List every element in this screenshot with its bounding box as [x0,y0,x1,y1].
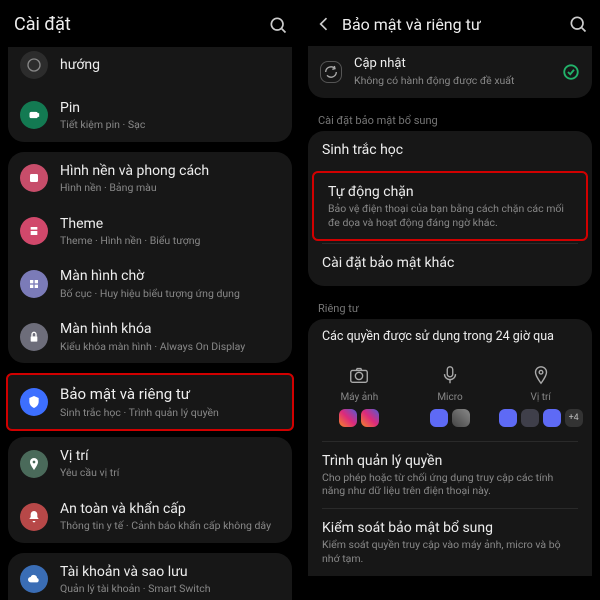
app-chip [543,409,561,427]
row-autoblock[interactable]: Tự động chặn Bảo vệ điện thoại của bạn b… [312,171,588,241]
app-chip [361,409,379,427]
permissions-grid: Máy ảnh Micro Vị trí +4 [308,356,592,441]
settings-row-theme[interactable]: ThemeTheme · Hình nền · Biểu tượng [8,205,292,258]
settings-row-lockscreen[interactable]: Màn hình khóaKiểu khóa màn hình · Always… [8,310,292,363]
row-permission-manager[interactable]: Trình quản lý quyền Cho phép hoặc từ chố… [308,442,592,508]
settings-row-battery[interactable]: PinTiết kiệm pin · Sạc [8,89,292,142]
theme-icon [20,217,48,245]
search-icon[interactable] [268,15,288,35]
lock-icon [20,323,48,351]
camera-icon [348,364,370,386]
update-card[interactable]: Cập nhậtKhông có hành động được đề xuất [308,46,592,98]
section-label-privacy: Riêng tư [300,296,600,319]
settings-row-location[interactable]: Vị tríYêu cầu vị trí [8,437,292,490]
settings-title: Cài đặt [14,14,260,35]
app-chip [430,409,448,427]
settings-group: Vị tríYêu cầu vị trí An toàn và khẩn cấp… [8,437,292,543]
row-permissions-24h[interactable]: Các quyền được sử dụng trong 24 giờ qua [308,319,592,355]
perm-mic[interactable]: Micro [405,364,496,437]
perm-location[interactable]: Vị trí +4 [495,364,586,437]
app-chip [452,409,470,427]
app-chip [521,409,539,427]
update-icon [320,61,342,83]
settings-header: Cài đặt [0,0,300,47]
perm-camera[interactable]: Máy ảnh [314,364,405,437]
app-chip [339,409,357,427]
settings-row-home[interactable]: Màn hình chờBố cục · Huy hiệu biểu tượng… [8,257,292,310]
section-label-security: Cài đặt bảo mật bổ sung [300,108,600,131]
row-biometrics[interactable]: Sinh trắc học [308,131,592,169]
check-icon [562,63,580,81]
settings-row-wallpaper[interactable]: Hình nền và phong cáchHình nền · Bảng mà… [8,152,292,205]
shield-icon [20,388,48,416]
settings-group: Tài khoản và sao lưuQuản lý tài khoản · … [8,553,292,600]
bell-icon [20,503,48,531]
settings-row-safety[interactable]: An toàn và khẩn cấpThông tin y tế · Cảnh… [8,490,292,543]
privacy-group: Các quyền được sử dụng trong 24 giờ qua … [308,319,592,575]
settings-row-security-privacy[interactable]: Bảo mật và riêng tưSinh trắc học · Trình… [6,373,294,431]
battery-icon [20,101,48,129]
search-icon[interactable] [568,14,588,34]
cloud-icon [20,565,48,593]
detail-title: Bảo mật và riêng tư [342,15,560,34]
more-apps-chip: +4 [565,409,583,427]
mic-icon [439,364,461,386]
home-icon [20,270,48,298]
wallpaper-icon [20,164,48,192]
settings-group: hướng PinTiết kiệm pin · Sạc [8,47,292,142]
location-icon [530,364,552,386]
settings-pane: Cài đặt hướng PinTiết kiệm pin · Sạc Hìn… [0,0,300,600]
back-icon[interactable] [314,14,334,34]
settings-group: Hình nền và phong cáchHình nền · Bảng mà… [8,152,292,363]
security-settings-group: Sinh trắc học Tự động chặn Bảo vệ điện t… [308,131,592,287]
row-additional-privacy[interactable]: Kiểm soát bảo mật bổ sung Kiểm soát quyề… [308,509,592,575]
row-other-security[interactable]: Cài đặt bảo mật khác [308,244,592,282]
compass-icon [20,51,48,79]
settings-row-directions[interactable]: hướng [8,47,292,89]
detail-header: Bảo mật và riêng tư [300,0,600,46]
settings-row-accounts[interactable]: Tài khoản và sao lưuQuản lý tài khoản · … [8,553,292,600]
security-privacy-pane: Bảo mật và riêng tư Cập nhậtKhông có hàn… [300,0,600,600]
pin-icon [20,450,48,478]
app-chip [499,409,517,427]
